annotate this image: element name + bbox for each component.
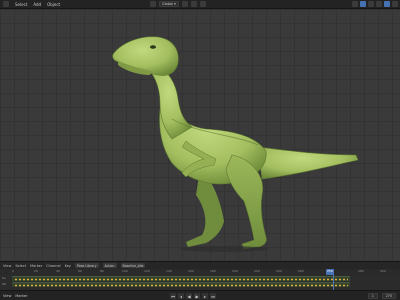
ruler-tick: 100	[122, 269, 128, 273]
material-shading-icon[interactable]	[392, 1, 398, 7]
snap-icon[interactable]	[190, 1, 197, 7]
ruler-tick: 0	[12, 269, 14, 273]
track-label: Ob	[2, 282, 7, 286]
gizmo-icon[interactable]	[360, 1, 366, 7]
keyframe-icon[interactable]	[14, 277, 348, 281]
playhead[interactable]	[333, 269, 334, 290]
dinosaur-model[interactable]	[0, 9, 400, 261]
orientation-dropdown[interactable]: Global ▾	[159, 1, 179, 7]
ruler-tick: 300	[380, 269, 386, 273]
playback-menu-view[interactable]: View	[3, 294, 11, 298]
timeline-header: View Select Marker Channel Key Pose Libr…	[0, 261, 400, 269]
play-icon[interactable]: ▶	[194, 293, 200, 299]
solid-shading-icon[interactable]	[384, 1, 390, 7]
transform-settings: Global ▾	[150, 1, 206, 7]
proportional-edit-icon[interactable]	[199, 1, 206, 7]
editor-type-icon[interactable]	[3, 1, 9, 7]
pivot-icon[interactable]	[181, 1, 188, 7]
object-track[interactable]	[12, 282, 350, 287]
viewport-shading	[352, 1, 398, 7]
frame-range: 1 270	[367, 293, 396, 299]
keyframe-icon[interactable]	[14, 283, 348, 287]
timeline-menu-select[interactable]: Select	[15, 264, 26, 268]
xray-icon[interactable]	[376, 1, 382, 7]
menu-object[interactable]: Object	[47, 2, 60, 7]
next-keyframe-icon[interactable]: ▸	[202, 293, 208, 299]
ruler-tick: 140	[166, 269, 172, 273]
skip-start-icon[interactable]: ⏮	[170, 293, 176, 299]
ruler-tick: 60	[78, 269, 82, 273]
orientation-icon[interactable]	[150, 1, 156, 7]
dopesheet-tracks[interactable]: Su Ob	[0, 275, 400, 290]
ruler-tick: 180	[210, 269, 216, 273]
orientation-label: Global	[162, 2, 174, 6]
start-frame-field[interactable]: 1	[367, 293, 378, 299]
ruler-tick: 200	[232, 269, 238, 273]
timeline-menu-key[interactable]: Key	[65, 264, 71, 268]
playback-bar: View Marker ⏮ ◂ ◀ ▶ ▸ ⏭ 1 270	[0, 290, 400, 300]
ruler-tick: 280	[358, 269, 364, 273]
ruler-tick: 160	[188, 269, 194, 273]
timeline-menu-view[interactable]: View	[3, 264, 11, 268]
skip-end-icon[interactable]: ⏭	[210, 293, 216, 299]
menu-select[interactable]: Select	[15, 2, 27, 7]
track-label: Su	[2, 276, 6, 280]
ruler-tick: 40	[56, 269, 60, 273]
ruler-tick: 120	[144, 269, 150, 273]
end-frame-field[interactable]: 270	[381, 293, 396, 299]
summary-track[interactable]	[12, 276, 350, 281]
play-reverse-icon[interactable]: ◀	[186, 293, 192, 299]
playback-controls: ⏮ ◂ ◀ ▶ ▸ ⏭	[170, 293, 216, 299]
timeline-menu-channel[interactable]: Channel	[46, 264, 60, 268]
3d-viewport[interactable]	[0, 9, 400, 261]
overlay-icon[interactable]	[368, 1, 374, 7]
timeline-menu-marker[interactable]: Marker	[30, 264, 42, 268]
ruler-tick: 20	[34, 269, 38, 273]
chevron-down-icon: ▾	[174, 2, 176, 6]
playback-menu-marker[interactable]: Marker	[15, 294, 27, 298]
ruler-tick: 220	[254, 269, 260, 273]
prev-keyframe-icon[interactable]: ◂	[178, 293, 184, 299]
playback-menu: View Marker	[3, 294, 27, 298]
ruler-tick: 80	[100, 269, 104, 273]
pose-library-chip[interactable]: Pose Library	[74, 263, 99, 268]
menu-add[interactable]: Add	[33, 2, 41, 7]
visibility-icon[interactable]	[352, 1, 358, 7]
action-name-field[interactable]: Baseline_Idle	[120, 263, 146, 268]
ruler-tick: 240	[276, 269, 282, 273]
ruler-tick: 260	[298, 269, 304, 273]
viewport-header: Select Add Object Global ▾	[0, 0, 400, 9]
action-chip[interactable]: Action	[102, 263, 117, 268]
